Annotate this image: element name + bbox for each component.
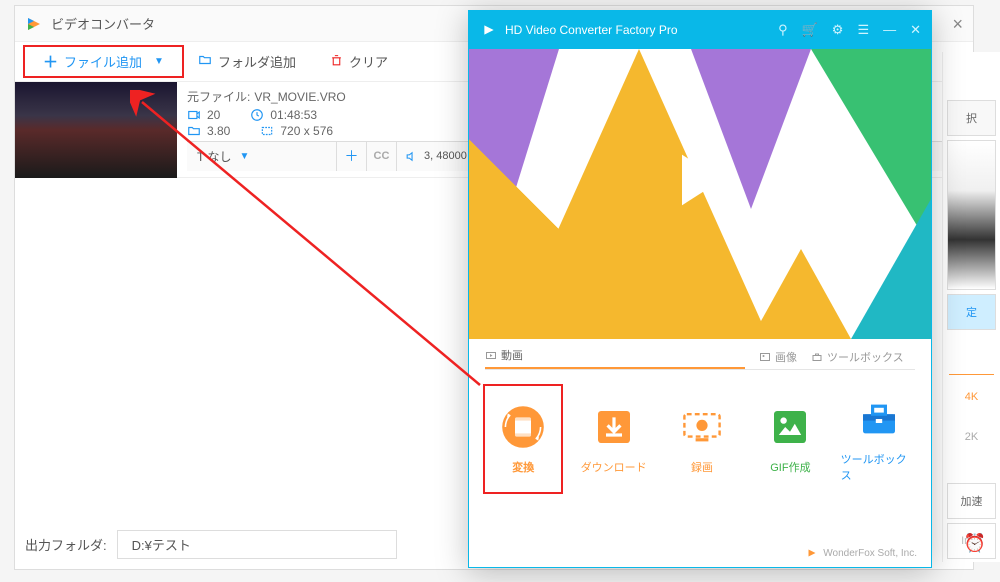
video-icon [485,349,497,361]
folder-icon [198,53,212,70]
close-icon[interactable]: × [952,14,963,35]
resolution-icon [260,124,274,138]
video-icon [187,108,201,122]
gear-icon[interactable]: ⚙ [832,22,844,38]
add-subtitle-button[interactable]: ＋ [337,142,367,171]
peek-4k[interactable]: 4K [947,379,996,415]
image-icon [759,351,771,363]
hero-banner [469,49,931,339]
trash-icon [330,54,343,70]
output-folder-row: 出力フォルダ: D:¥テスト [25,530,397,559]
convert-icon [499,403,547,451]
output-label: 出力フォルダ: [25,535,107,554]
clock-icon [250,108,264,122]
tiles-row: 変換 ダウンロード 録画 GIF作成 [469,370,931,504]
size-item: 3.80 [187,124,230,138]
plus-icon: ＋ [43,51,58,72]
list-icon[interactable]: ☰ [857,22,869,38]
app-logo-icon [25,15,43,33]
toolbox-icon [811,351,823,363]
popup-controls: ⚲ 🛒 ⚙ ☰ — ✕ [778,22,921,38]
tile-download[interactable]: ダウンロード [575,384,651,494]
toolbox-tile-icon [855,395,903,443]
peek-select[interactable]: 択 [947,100,996,136]
popup-title: HD Video Converter Factory Pro [505,23,678,37]
download-icon [590,403,638,451]
right-panel: 択 定 4K 2K 加速 Intel ⏰ [942,52,1000,562]
close-icon[interactable]: ✕ [910,22,921,38]
app-logo-icon [481,22,497,38]
tile-gif-label: GIF作成 [770,459,810,475]
add-file-label: ファイル追加 [64,52,142,71]
speaker-icon [405,150,418,163]
tile-record-label: 録画 [691,459,713,475]
peek-2k[interactable]: 2K [947,419,996,455]
tab-video[interactable]: 動画 [485,347,745,369]
duration-item: 01:48:53 [250,108,317,122]
footer-logo-icon [806,547,818,559]
gif-icon [766,403,814,451]
resolution-item: 720 x 576 [260,124,333,138]
home-popup: HD Video Converter Factory Pro ⚲ 🛒 ⚙ ☰ —… [468,10,932,568]
popup-footer: WonderFox Soft, Inc. [806,547,917,559]
tile-download-label: ダウンロード [581,459,647,475]
window-title: ビデオコンバータ [51,14,155,33]
file-name: VR_MOVIE.VRO [254,90,345,104]
tile-gif[interactable]: GIF作成 [752,384,828,494]
add-folder-button[interactable]: フォルダ追加 [198,52,296,71]
tile-convert[interactable]: 変換 [483,384,563,494]
tile-record[interactable]: 録画 [664,384,740,494]
peek-setting[interactable]: 定 [947,294,996,330]
tile-toolbox-label: ツールボックス [841,451,917,483]
video-codec-item: 20 [187,108,220,122]
tile-toolbox[interactable]: ツールボックス [841,384,917,494]
section-tabs: 動画 画像 ツールボックス [469,339,931,369]
folder-size-icon [187,124,201,138]
chevron-down-icon: ▼ [239,151,249,162]
play-logo-icon [664,144,736,216]
add-folder-label: フォルダ追加 [218,52,296,71]
subtitle-select[interactable]: T なし ▼ [187,142,337,171]
minimize-icon[interactable]: — [883,22,896,38]
video-thumbnail [15,82,177,178]
tile-convert-label: 変換 [512,459,534,475]
add-file-button[interactable]: ＋ ファイル追加 ▼ [23,45,184,78]
cc-button[interactable]: CC [367,142,397,171]
alarm-icon[interactable]: ⏰ [964,533,986,554]
key-icon[interactable]: ⚲ [778,22,788,38]
clear-button[interactable]: クリア [330,52,388,71]
tab-toolbox[interactable]: ツールボックス [811,349,904,369]
chevron-down-icon: ▼ [154,56,164,67]
format-thumbnail[interactable] [947,140,996,290]
record-icon [678,403,726,451]
peek-accel[interactable]: 加速 [947,483,996,519]
tab-image[interactable]: 画像 [759,349,797,369]
file-label: 元ファイル: [187,88,250,105]
popup-header: HD Video Converter Factory Pro ⚲ 🛒 ⚙ ☰ —… [469,11,931,49]
output-path-input[interactable]: D:¥テスト [117,530,397,559]
cart-icon[interactable]: 🛒 [802,22,818,38]
clear-label: クリア [349,52,388,71]
